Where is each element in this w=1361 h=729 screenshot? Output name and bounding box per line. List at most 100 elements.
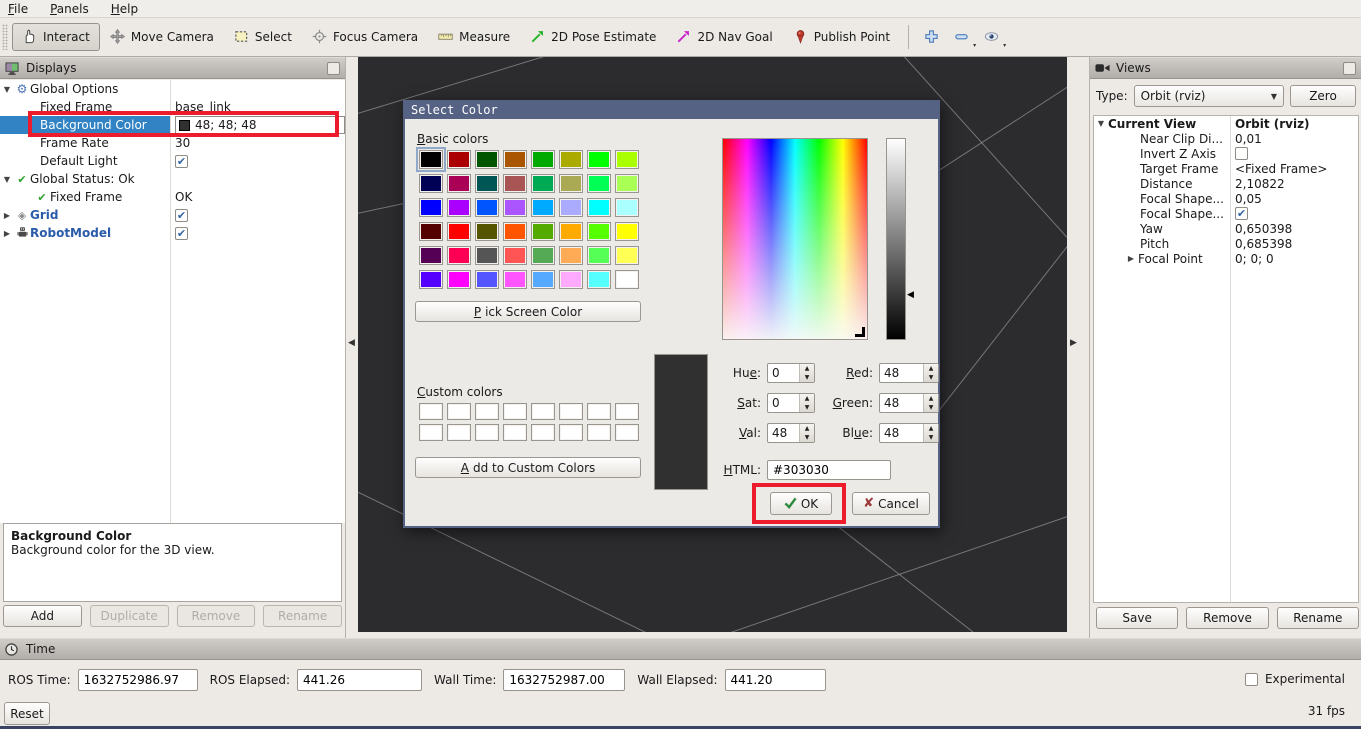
left-splitter-collapse-arrow[interactable]: ◀ bbox=[348, 337, 355, 349]
basic-color-swatch[interactable] bbox=[447, 246, 471, 265]
color-value-editor[interactable]: 48; 48; 48 bbox=[175, 116, 345, 134]
basic-color-swatch[interactable] bbox=[447, 150, 471, 169]
wall-elapsed-input[interactable] bbox=[725, 669, 826, 691]
basic-color-swatch[interactable] bbox=[531, 246, 555, 265]
view-type-combobox[interactable]: Orbit (rviz) ▼ bbox=[1134, 85, 1284, 107]
basic-color-swatch[interactable] bbox=[531, 198, 555, 217]
ok-button[interactable]: OK bbox=[770, 492, 832, 515]
menu-item-panels[interactable]: Panels bbox=[50, 2, 89, 16]
basic-color-swatch[interactable] bbox=[503, 174, 527, 193]
spin-up-icon[interactable]: ▲ bbox=[924, 394, 938, 403]
tree-row-checkbox[interactable] bbox=[1235, 147, 1248, 160]
basic-color-swatch[interactable] bbox=[447, 270, 471, 289]
expander-arrow-icon[interactable]: ▶ bbox=[0, 229, 14, 238]
spinbox-arrows[interactable]: ▲▼ bbox=[923, 424, 938, 442]
views-panel-float-button[interactable] bbox=[1343, 62, 1356, 75]
custom-color-swatch[interactable] bbox=[503, 424, 527, 441]
basic-color-swatch[interactable] bbox=[559, 150, 583, 169]
red-spinbox[interactable]: 48▲▼ bbox=[879, 363, 939, 383]
tree-row-checkbox[interactable]: ✔ bbox=[175, 227, 188, 240]
basic-color-swatch[interactable] bbox=[531, 222, 555, 241]
tree-row-checkbox[interactable]: ✔ bbox=[175, 209, 188, 222]
tool-2d-pose-estimate[interactable]: 2D Pose Estimate bbox=[520, 23, 666, 51]
tool-interact[interactable]: Interact bbox=[12, 23, 100, 51]
basic-color-swatch[interactable] bbox=[615, 246, 639, 265]
ros-elapsed-input[interactable] bbox=[297, 669, 422, 691]
zero-button[interactable]: Zero bbox=[1290, 85, 1356, 107]
custom-color-swatch[interactable] bbox=[531, 403, 555, 420]
tree-row-focal-shape-[interactable]: Focal Shape...✔ bbox=[1094, 206, 1358, 221]
tree-row-distance[interactable]: Distance2,10822 bbox=[1094, 176, 1358, 191]
basic-color-swatch[interactable] bbox=[503, 270, 527, 289]
tool-plus-button[interactable] bbox=[917, 24, 947, 50]
basic-color-swatch[interactable] bbox=[587, 198, 611, 217]
wall-time-input[interactable] bbox=[503, 669, 625, 691]
custom-color-swatch[interactable] bbox=[559, 424, 583, 441]
value-slider-arrow[interactable]: ◀ bbox=[907, 290, 914, 300]
hue-saturation-picker[interactable] bbox=[722, 138, 868, 340]
basic-color-swatch[interactable] bbox=[559, 270, 583, 289]
menu-item-file[interactable]: File bbox=[8, 2, 28, 16]
right-splitter-collapse-arrow[interactable]: ▶ bbox=[1070, 337, 1077, 349]
tool-minus-button[interactable]: ▾ bbox=[947, 24, 977, 50]
spinbox-arrows[interactable]: ▲▼ bbox=[923, 394, 938, 412]
remove-button[interactable]: Remove bbox=[1186, 607, 1268, 629]
tree-row-global-status-ok[interactable]: ▼✔Global Status: Ok bbox=[0, 170, 345, 188]
basic-color-swatch[interactable] bbox=[587, 150, 611, 169]
spinbox-arrows[interactable]: ▲▼ bbox=[923, 364, 938, 382]
basic-color-swatch[interactable] bbox=[531, 270, 555, 289]
basic-color-swatch[interactable] bbox=[475, 222, 499, 241]
add-button[interactable]: Add bbox=[3, 605, 82, 627]
tool-select[interactable]: Select bbox=[224, 23, 302, 51]
picker-crosshair[interactable] bbox=[855, 327, 865, 337]
tree-row-invert-z-axis[interactable]: Invert Z Axis bbox=[1094, 146, 1358, 161]
basic-color-swatch[interactable] bbox=[615, 150, 639, 169]
expander-arrow-icon[interactable]: ▼ bbox=[0, 175, 14, 184]
basic-color-swatch[interactable] bbox=[419, 222, 443, 241]
tree-row-checkbox[interactable]: ✔ bbox=[1235, 207, 1248, 220]
value-slider[interactable] bbox=[886, 138, 906, 340]
hue-spinbox[interactable]: 0▲▼ bbox=[767, 363, 815, 383]
tree-row-frame-rate[interactable]: Frame Rate30 bbox=[0, 134, 345, 152]
spin-down-icon[interactable]: ▼ bbox=[800, 373, 814, 382]
tree-row-checkbox[interactable]: ✔ bbox=[175, 155, 188, 168]
basic-color-swatch[interactable] bbox=[475, 198, 499, 217]
basic-color-swatch[interactable] bbox=[447, 198, 471, 217]
tree-row-current-view[interactable]: ▼Current ViewOrbit (rviz) bbox=[1094, 116, 1358, 131]
spinbox-arrows[interactable]: ▲▼ bbox=[799, 424, 814, 442]
tree-row-robotmodel[interactable]: ▶RobotModel✔ bbox=[0, 224, 345, 242]
spin-down-icon[interactable]: ▼ bbox=[800, 433, 814, 442]
basic-color-swatch[interactable] bbox=[419, 198, 443, 217]
tool-move-camera[interactable]: Move Camera bbox=[100, 23, 224, 51]
toolbar-handle[interactable] bbox=[2, 24, 8, 50]
expander-arrow-icon[interactable]: ▼ bbox=[0, 85, 14, 94]
tool-eye-button[interactable]: ▾ bbox=[977, 24, 1007, 50]
basic-color-swatch[interactable] bbox=[503, 222, 527, 241]
expander-arrow-icon[interactable]: ▼ bbox=[1094, 119, 1108, 128]
basic-color-swatch[interactable] bbox=[475, 150, 499, 169]
spin-down-icon[interactable]: ▼ bbox=[924, 373, 938, 382]
cancel-button[interactable]: ✘ Cancel bbox=[852, 492, 930, 515]
tree-row-fixed-frame[interactable]: ✔Fixed FrameOK bbox=[0, 188, 345, 206]
tool-measure[interactable]: Measure bbox=[428, 23, 520, 51]
basic-color-swatch[interactable] bbox=[587, 174, 611, 193]
basic-color-swatch[interactable] bbox=[503, 198, 527, 217]
custom-color-swatch[interactable] bbox=[475, 424, 499, 441]
basic-color-swatch[interactable] bbox=[587, 270, 611, 289]
spin-down-icon[interactable]: ▼ bbox=[924, 433, 938, 442]
html-color-input[interactable] bbox=[767, 460, 891, 480]
basic-color-swatch[interactable] bbox=[475, 174, 499, 193]
custom-color-swatch[interactable] bbox=[615, 424, 639, 441]
tree-row-focal-point[interactable]: ▶Focal Point0; 0; 0 bbox=[1094, 251, 1358, 266]
val-spinbox[interactable]: 48▲▼ bbox=[767, 423, 815, 443]
basic-color-swatch[interactable] bbox=[419, 174, 443, 193]
tool-focus-camera[interactable]: Focus Camera bbox=[302, 23, 428, 51]
expander-arrow-icon[interactable]: ▶ bbox=[1124, 254, 1138, 263]
custom-color-swatch[interactable] bbox=[447, 403, 471, 420]
tree-row-background-color[interactable]: Background Color48; 48; 48 bbox=[0, 116, 345, 134]
basic-color-swatch[interactable] bbox=[475, 270, 499, 289]
custom-color-swatch[interactable] bbox=[587, 403, 611, 420]
pick-screen-color-button[interactable]: Pick Screen Color bbox=[415, 301, 641, 322]
spin-up-icon[interactable]: ▲ bbox=[924, 424, 938, 433]
spin-down-icon[interactable]: ▼ bbox=[924, 403, 938, 412]
